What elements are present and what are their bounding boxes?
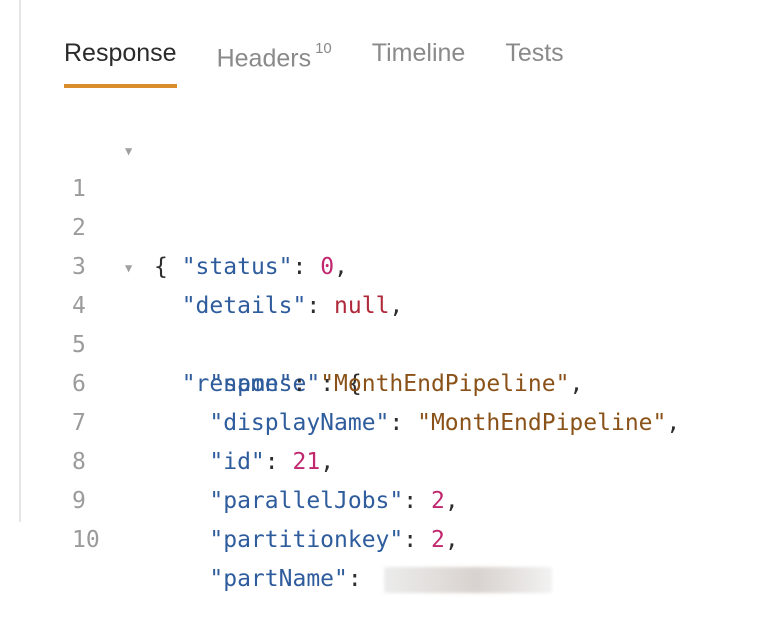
tab-tests-label: Tests [505,39,564,67]
json-response-viewer[interactable]: 1 ▼ { 2 "status": 0, 3 "details": null, … [0,131,784,593]
code-line: 7 "id": 21, [0,365,784,475]
json-number: 2 [430,527,445,553]
json-key: "partName" [209,566,348,592]
line-number: 10 [72,527,100,553]
code-line: 6 "displayName": "MonthEndPipeline", [0,326,784,436]
tab-tests[interactable]: Tests [505,32,563,74]
code-line: 4 ▼ "response": { [0,248,784,397]
code-line: 1 ▼ { [0,131,784,280]
fold-toggle-icon[interactable]: ▼ [125,249,132,288]
code-line: 2 "status": 0, [0,170,784,280]
code-line: 10 "partName": [0,482,784,593]
tab-headers[interactable]: Headers 10 [217,32,332,79]
fold-toggle-icon[interactable]: ▼ [125,132,132,171]
code-line: 3 "details": null, [0,209,784,319]
tab-response[interactable]: Response [64,32,177,88]
code-line: 9 "partitionkey": 2, [0,443,784,553]
tab-response-label: Response [64,39,177,67]
code-line: 5 "name": "MonthEndPipeline", [0,287,784,397]
redacted-value [383,566,552,593]
tab-timeline-label: Timeline [371,39,466,67]
json-key: "partitionkey" [209,527,404,553]
code-line: 8 "parallelJobs": 2, [0,404,784,514]
tab-timeline[interactable]: Timeline [372,32,466,74]
response-tabs: Response Headers 10 Timeline Tests [64,32,604,92]
tab-headers-label: Headers [216,44,312,73]
headers-count-badge: 10 [315,40,332,57]
